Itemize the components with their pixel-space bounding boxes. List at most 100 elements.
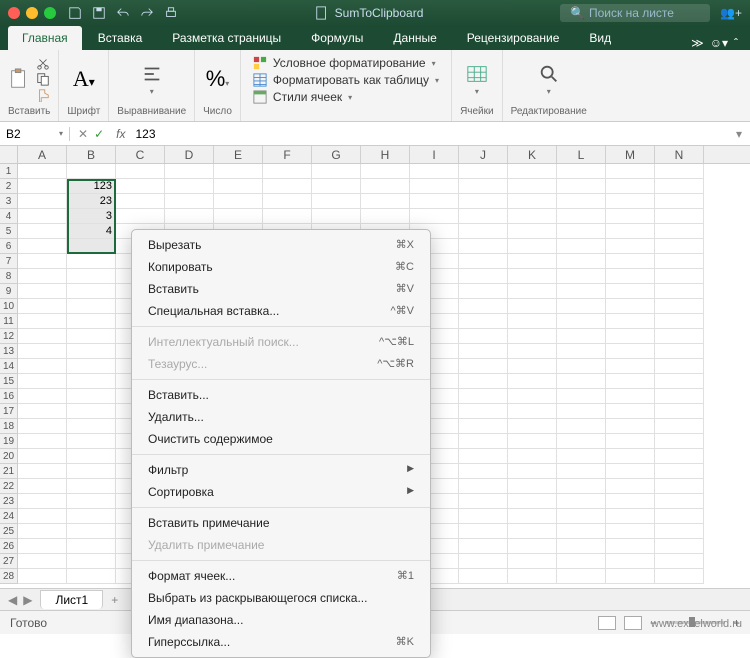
row-header[interactable]: 8 — [0, 269, 18, 284]
cell[interactable] — [459, 209, 508, 224]
cell[interactable] — [18, 329, 67, 344]
cell[interactable] — [606, 464, 655, 479]
cell[interactable] — [459, 224, 508, 239]
close-window-icon[interactable] — [8, 7, 20, 19]
cell[interactable] — [67, 344, 116, 359]
cell[interactable] — [67, 464, 116, 479]
cell[interactable] — [557, 389, 606, 404]
cell[interactable] — [508, 209, 557, 224]
row-header[interactable]: 3 — [0, 194, 18, 209]
cell[interactable] — [655, 389, 704, 404]
cell[interactable] — [655, 179, 704, 194]
cell[interactable] — [67, 404, 116, 419]
cell[interactable] — [312, 209, 361, 224]
cell[interactable] — [655, 554, 704, 569]
cell[interactable] — [508, 284, 557, 299]
cell[interactable] — [18, 344, 67, 359]
cell[interactable] — [508, 299, 557, 314]
cell[interactable] — [557, 404, 606, 419]
cell[interactable] — [606, 524, 655, 539]
cell[interactable] — [116, 194, 165, 209]
row-header[interactable]: 21 — [0, 464, 18, 479]
cell[interactable] — [214, 164, 263, 179]
cell[interactable] — [165, 164, 214, 179]
cell[interactable] — [508, 164, 557, 179]
cell[interactable] — [606, 479, 655, 494]
cell[interactable] — [557, 224, 606, 239]
cell[interactable] — [655, 209, 704, 224]
cell[interactable] — [459, 449, 508, 464]
cell[interactable] — [655, 509, 704, 524]
cell[interactable] — [67, 449, 116, 464]
row-header[interactable]: 27 — [0, 554, 18, 569]
share-icon[interactable]: 👥+ — [720, 6, 742, 20]
cell[interactable] — [18, 299, 67, 314]
cell[interactable] — [508, 539, 557, 554]
cell[interactable] — [459, 164, 508, 179]
context-menu-item[interactable]: Специальная вставка...^⌘V — [132, 300, 430, 322]
number-format-button[interactable]: %▾ — [206, 66, 230, 92]
format-painter-icon[interactable] — [36, 88, 50, 102]
cell[interactable] — [18, 509, 67, 524]
cell[interactable] — [459, 389, 508, 404]
cell[interactable] — [18, 269, 67, 284]
context-menu-item[interactable]: Вставить примечание — [132, 512, 430, 534]
cell[interactable] — [67, 269, 116, 284]
context-menu-item[interactable]: Формат ячеек...⌘1 — [132, 565, 430, 587]
cell[interactable] — [67, 554, 116, 569]
cell[interactable] — [18, 314, 67, 329]
cell[interactable] — [459, 239, 508, 254]
row-header[interactable]: 11 — [0, 314, 18, 329]
cell[interactable] — [18, 254, 67, 269]
cell[interactable] — [18, 359, 67, 374]
cell[interactable] — [67, 434, 116, 449]
cell[interactable] — [606, 164, 655, 179]
cell[interactable] — [67, 314, 116, 329]
cell[interactable] — [508, 179, 557, 194]
cell[interactable] — [606, 569, 655, 584]
row-header[interactable]: 14 — [0, 359, 18, 374]
cell[interactable] — [508, 224, 557, 239]
cell[interactable] — [655, 299, 704, 314]
row-header[interactable]: 22 — [0, 479, 18, 494]
cell[interactable] — [508, 374, 557, 389]
col-header[interactable]: I — [410, 146, 459, 163]
cell[interactable]: 123 — [67, 179, 116, 194]
cell[interactable] — [18, 284, 67, 299]
col-header[interactable]: E — [214, 146, 263, 163]
cell[interactable] — [459, 299, 508, 314]
cell[interactable] — [67, 494, 116, 509]
cell[interactable] — [557, 539, 606, 554]
cell[interactable] — [606, 539, 655, 554]
cell[interactable] — [655, 269, 704, 284]
context-menu-item[interactable]: Фильтр — [132, 459, 430, 481]
row-header[interactable]: 16 — [0, 389, 18, 404]
cell[interactable] — [459, 374, 508, 389]
cell[interactable] — [165, 179, 214, 194]
cell[interactable] — [459, 284, 508, 299]
cell[interactable] — [459, 569, 508, 584]
cell[interactable] — [606, 194, 655, 209]
cell[interactable] — [508, 569, 557, 584]
cell[interactable] — [655, 404, 704, 419]
cell[interactable] — [508, 404, 557, 419]
cell[interactable] — [508, 239, 557, 254]
cell[interactable] — [557, 509, 606, 524]
cell[interactable] — [67, 359, 116, 374]
cell[interactable] — [165, 209, 214, 224]
cell[interactable] — [508, 434, 557, 449]
cell[interactable] — [655, 524, 704, 539]
cell[interactable] — [508, 554, 557, 569]
col-header[interactable]: B — [67, 146, 116, 163]
col-header[interactable]: A — [18, 146, 67, 163]
row-header[interactable]: 20 — [0, 449, 18, 464]
cell[interactable] — [361, 179, 410, 194]
cell[interactable] — [557, 269, 606, 284]
col-header[interactable]: F — [263, 146, 312, 163]
cell[interactable] — [508, 359, 557, 374]
cell[interactable] — [557, 254, 606, 269]
cell[interactable] — [459, 509, 508, 524]
cell[interactable] — [557, 164, 606, 179]
cell[interactable] — [67, 299, 116, 314]
cell[interactable] — [67, 374, 116, 389]
